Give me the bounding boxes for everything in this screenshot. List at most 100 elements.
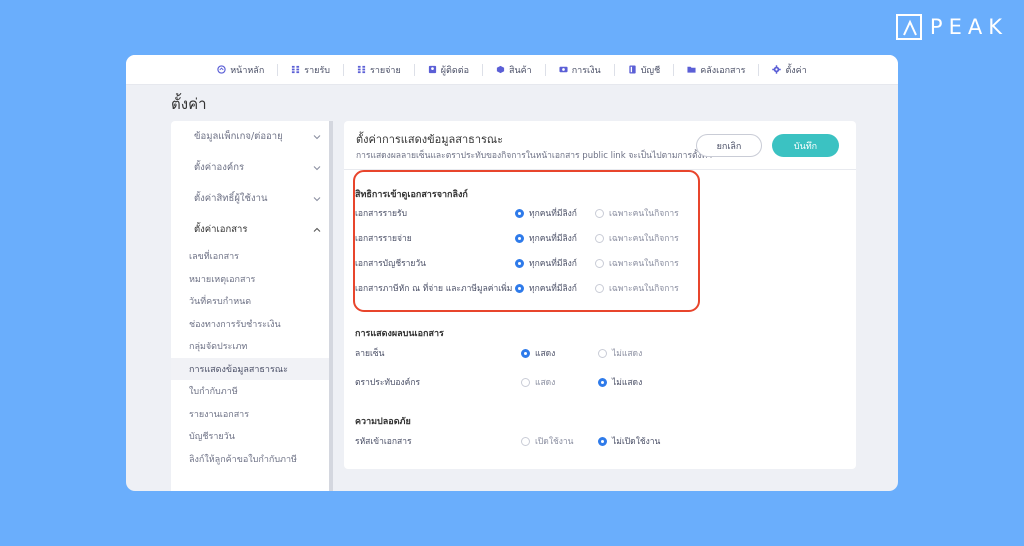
- access-internal-option[interactable]: เฉพาะคนในกิจการ: [595, 206, 679, 220]
- radio-unselected[interactable]: [598, 348, 607, 358]
- option-label: แสดง: [535, 349, 556, 359]
- option-label: ทุกคนที่มีลิงก์: [529, 234, 577, 244]
- option-label: แสดง: [535, 378, 556, 388]
- radio-unselected[interactable]: [521, 377, 530, 387]
- income-icon: [292, 65, 300, 74]
- nav-label: รายจ่าย: [370, 65, 401, 76]
- access-all-option[interactable]: ทุกคนที่มีลิงก์: [515, 206, 577, 220]
- home-icon: [217, 65, 226, 74]
- peak-logo-text: PEAK: [929, 15, 1008, 39]
- sidebar-item-payment-channels[interactable]: ช่องทางการรับชำระเงิน: [171, 313, 333, 336]
- access-section-title: สิทธิการเข้าดูเอกสารจากลิงก์: [355, 190, 468, 200]
- sidebar-item-due-date[interactable]: วันที่ครบกำหนด: [171, 290, 333, 313]
- radio-selected[interactable]: [521, 348, 530, 358]
- nav-item-expense[interactable]: รายจ่าย: [344, 55, 414, 85]
- option-label: เฉพาะคนในกิจการ: [609, 234, 679, 244]
- access-row-label: เอกสารบัญชีรายวัน: [355, 259, 426, 269]
- sidebar-group-label: ข้อมูลแพ็กเกจ/ต่ออายุ: [194, 131, 283, 142]
- radio-selected[interactable]: [515, 233, 524, 243]
- chevron-down-icon: [313, 165, 321, 170]
- access-all-option[interactable]: ทุกคนที่มีลิงก์: [515, 231, 577, 245]
- panel-divider: [344, 169, 856, 170]
- access-row-label: เอกสารรายรับ: [355, 209, 407, 219]
- enable-option[interactable]: เปิดใช้งาน: [521, 434, 573, 448]
- nav-label: ตั้งค่า: [785, 65, 807, 76]
- chevron-down-icon: [313, 134, 321, 139]
- chevron-down-icon: [313, 196, 321, 201]
- top-navigation: หน้าหลัก รายรับ รายจ่าย ผู้ติดต่อ สินค้า…: [126, 55, 898, 85]
- sidebar-scrollbar[interactable]: [329, 121, 333, 491]
- settings-panel: ตั้งค่าการแสดงข้อมูลสาธารณะ การแสดงผลลาย…: [344, 121, 856, 469]
- nav-item-product[interactable]: สินค้า: [483, 55, 545, 85]
- option-label: ทุกคนที่มีลิงก์: [529, 259, 577, 269]
- sidebar-group-user-permissions[interactable]: ตั้งค่าสิทธิ์ผู้ใช้งาน: [171, 183, 333, 214]
- nav-label: หน้าหลัก: [230, 65, 265, 76]
- accounting-icon: [629, 65, 636, 74]
- nav-item-accounting[interactable]: บัญชี: [615, 55, 674, 85]
- radio-selected[interactable]: [515, 208, 524, 218]
- nav-item-settings[interactable]: ตั้งค่า: [759, 55, 819, 85]
- access-row-label: เอกสารภาษีหัก ณ ที่จ่าย และภาษีมูลค่าเพิ…: [355, 284, 513, 294]
- sidebar-group-label: ตั้งค่าเอกสาร: [194, 224, 248, 235]
- nav-label: การเงิน: [571, 65, 601, 76]
- panel-description: การแสดงผลลายเซ็นและตราประทับของกิจการในห…: [356, 151, 713, 161]
- sidebar-group-organization[interactable]: ตั้งค่าองค์กร: [171, 152, 333, 183]
- show-option[interactable]: แสดง: [521, 346, 555, 360]
- access-internal-option[interactable]: เฉพาะคนในกิจการ: [595, 281, 679, 295]
- access-all-option[interactable]: ทุกคนที่มีลิงก์: [515, 256, 577, 270]
- contacts-icon: [428, 65, 436, 74]
- radio-unselected[interactable]: [595, 258, 604, 268]
- nav-item-contacts[interactable]: ผู้ติดต่อ: [415, 55, 482, 85]
- app-window: หน้าหลัก รายรับ รายจ่าย ผู้ติดต่อ สินค้า…: [126, 55, 898, 491]
- product-icon: [496, 65, 505, 74]
- option-label: ไม่แสดง: [612, 378, 643, 388]
- radio-unselected[interactable]: [595, 283, 604, 293]
- finance-icon: [559, 66, 568, 73]
- radio-unselected[interactable]: [521, 436, 530, 446]
- access-all-option[interactable]: ทุกคนที่มีลิงก์: [515, 281, 577, 295]
- radio-selected[interactable]: [515, 258, 524, 268]
- access-row-label: เอกสารรายจ่าย: [355, 234, 412, 244]
- nav-item-finance[interactable]: การเงิน: [546, 55, 614, 85]
- nav-item-income[interactable]: รายรับ: [278, 55, 343, 85]
- gear-icon: [772, 65, 782, 74]
- sidebar-item-public-display[interactable]: การแสดงข้อมูลสาธารณะ: [171, 357, 333, 380]
- radio-unselected[interactable]: [595, 233, 604, 243]
- sidebar-item-document-number[interactable]: เลขที่เอกสาร: [171, 245, 333, 268]
- disable-option[interactable]: ไม่เปิดใช้งาน: [598, 434, 660, 448]
- radio-unselected[interactable]: [595, 208, 604, 218]
- radio-selected[interactable]: [598, 377, 607, 387]
- sidebar-item-document-report[interactable]: รายงานเอกสาร: [171, 403, 333, 426]
- option-label: ทุกคนที่มีลิงก์: [529, 284, 577, 294]
- sidebar-item-tax-invoice[interactable]: ใบกำกับภาษี: [171, 380, 333, 403]
- cancel-button[interactable]: ยกเลิก: [696, 134, 762, 157]
- access-internal-option[interactable]: เฉพาะคนในกิจการ: [595, 256, 679, 270]
- expense-icon: [357, 65, 366, 74]
- nav-label: ผู้ติดต่อ: [440, 65, 469, 76]
- hide-option[interactable]: ไม่แสดง: [598, 346, 642, 360]
- sidebar-item-categories[interactable]: กลุ่มจัดประเภท: [171, 335, 333, 358]
- sidebar-group-documents[interactable]: ตั้งค่าเอกสาร: [171, 214, 333, 245]
- option-label: เฉพาะคนในกิจการ: [609, 259, 679, 269]
- security-row-label: รหัสเข้าเอกสาร: [355, 437, 412, 447]
- option-label: เฉพาะคนในกิจการ: [609, 284, 679, 294]
- sidebar-group-package[interactable]: ข้อมูลแพ็กเกจ/ต่ออายุ: [171, 121, 333, 152]
- display-row-label: ตราประทับองค์กร: [355, 378, 421, 388]
- hide-option[interactable]: ไม่แสดง: [598, 375, 642, 389]
- peak-logo-mark: [895, 14, 922, 40]
- access-internal-option[interactable]: เฉพาะคนในกิจการ: [595, 231, 679, 245]
- nav-label: คลังเอกสาร: [700, 65, 746, 76]
- show-option[interactable]: แสดง: [521, 375, 555, 389]
- sidebar-item-journal[interactable]: บัญชีรายวัน: [171, 425, 333, 448]
- sidebar-item-invoice-request-link[interactable]: ลิงก์ให้ลูกค้าขอใบกำกับภาษี: [171, 448, 333, 471]
- nav-item-home[interactable]: หน้าหลัก: [204, 55, 277, 85]
- chevron-up-icon: [313, 227, 321, 232]
- nav-item-documents[interactable]: คลังเอกสาร: [674, 55, 758, 85]
- radio-selected[interactable]: [515, 283, 524, 293]
- radio-selected[interactable]: [598, 436, 607, 446]
- page-title: ตั้งค่า: [171, 95, 207, 113]
- sidebar-item-document-notes[interactable]: หมายเหตุเอกสาร: [171, 268, 333, 291]
- save-button[interactable]: บันทึก: [772, 134, 839, 157]
- sidebar-group-label: ตั้งค่าองค์กร: [194, 162, 245, 173]
- nav-label: บัญชี: [640, 65, 661, 76]
